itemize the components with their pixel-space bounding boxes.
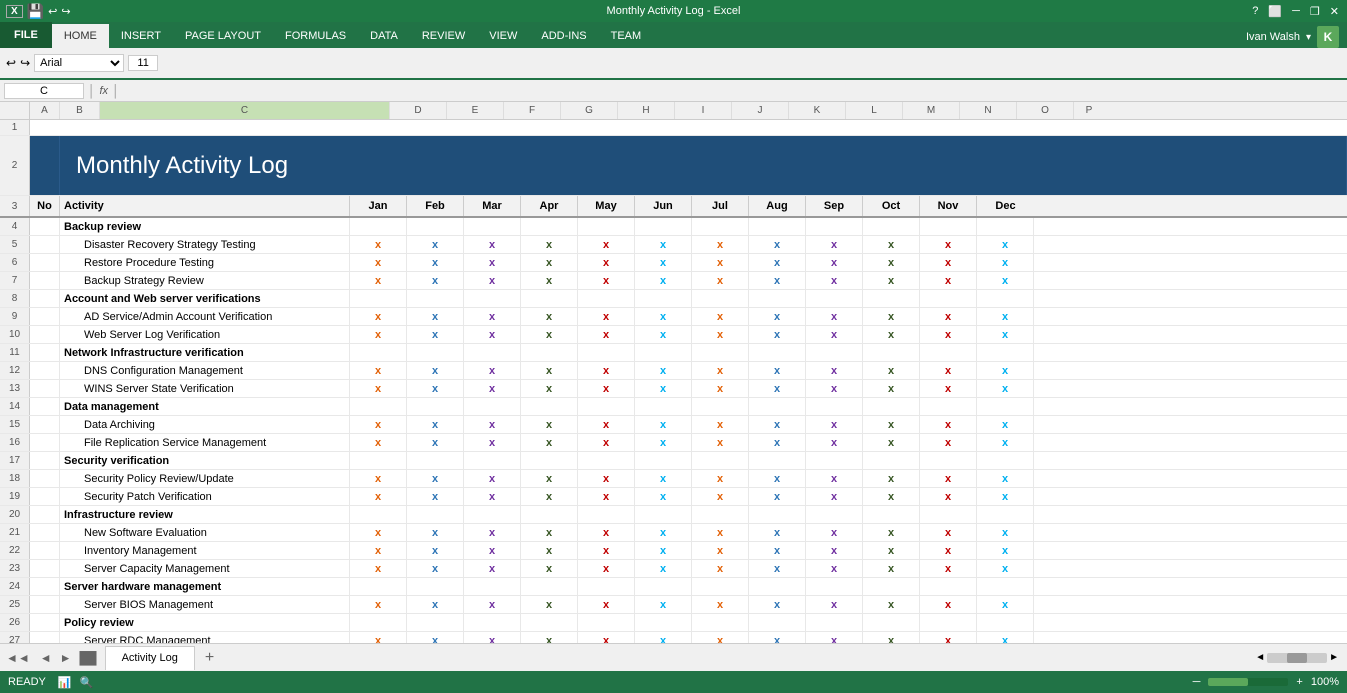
table-row: 14Data management [0,398,1347,416]
window-controls: ? ⬜ ─ ❐ ✕ [1248,5,1343,18]
col-H[interactable]: H [618,102,675,119]
row-1: 1 [0,120,1347,136]
fx-label: fx [100,85,109,97]
title-bar: X 💾 ↩ ↪ Monthly Activity Log - Excel ? ⬜… [0,0,1347,22]
col-L[interactable]: L [846,102,903,119]
file-tab[interactable]: FILE [0,22,52,48]
table-row: 24Server hardware management [0,578,1347,596]
undo-btn[interactable]: ↩ [6,56,16,70]
col-B[interactable]: B [60,102,100,119]
table-row: 25Server BIOS Managementxxxxxxxxxxxx [0,596,1347,614]
tab-addins[interactable]: ADD-INS [529,24,598,48]
table-row: 12DNS Configuration Managementxxxxxxxxxx… [0,362,1347,380]
table-row: 6Restore Procedure Testingxxxxxxxxxxxx [0,254,1347,272]
tab-team[interactable]: TEAM [599,24,654,48]
table-row: 10Web Server Log Verificationxxxxxxxxxxx… [0,326,1347,344]
scroll-right-btn[interactable]: ► [1329,652,1339,663]
status-icon2: 🔍 [80,676,94,689]
tab-formulas[interactable]: FORMULAS [273,24,358,48]
title-bar-icon: X 💾 ↩ ↪ [6,3,71,20]
sheet-tab[interactable]: Activity Log [105,646,195,670]
name-box[interactable]: C [4,83,84,99]
row-3-header: 3 No Activity Jan Feb Mar Apr May Jun Ju… [0,196,1347,218]
spreadsheet-title: Monthly Activity Log [60,136,350,195]
status-text: READY [8,676,46,688]
bottom-bar: ◄◄ ◄ ► ██ Activity Log + ◄ ► [0,643,1347,671]
formula-bar: C │ fx │ [0,80,1347,102]
font-size-input[interactable]: 11 [128,55,158,71]
scroll-track: ◄ ► [1255,652,1339,663]
tab-home[interactable]: HOME [52,24,109,48]
user-name: Ivan Walsh [1246,31,1300,43]
table-row: 4Backup review [0,218,1347,236]
table-row: 19Security Patch Verificationxxxxxxxxxxx… [0,488,1347,506]
col-P[interactable]: P [1074,102,1104,119]
nav-next[interactable]: ► [56,651,76,665]
col-G[interactable]: G [561,102,618,119]
sheet-scroll[interactable]: 1 2 Monthly Activity Log 3 No Activity J… [0,120,1347,643]
help-icon[interactable]: ? [1248,5,1262,18]
close-icon[interactable]: ✕ [1326,5,1343,18]
col-N[interactable]: N [960,102,1017,119]
ribbon-tabs: FILE HOME INSERT PAGE LAYOUT FORMULAS DA… [0,22,1347,48]
col-E[interactable]: E [447,102,504,119]
col-O[interactable]: O [1017,102,1074,119]
row-2-title: 2 Monthly Activity Log [0,136,1347,196]
table-row: 5Disaster Recovery Strategy Testingxxxxx… [0,236,1347,254]
nav-prev[interactable]: ◄ [36,651,56,665]
table-row: 17Security verification [0,452,1347,470]
formula-separator: │ [88,84,96,98]
table-row: 15Data Archivingxxxxxxxxxxxx [0,416,1347,434]
col-J[interactable]: J [732,102,789,119]
tab-insert[interactable]: INSERT [109,24,173,48]
user-info: Ivan Walsh ▾ K [1246,26,1347,48]
table-row: 26Policy review [0,614,1347,632]
redo-btn[interactable]: ↪ [20,56,30,70]
table-row: 9AD Service/Admin Account Verificationxx… [0,308,1347,326]
table-row: 11Network Infrastructure verification [0,344,1347,362]
tab-page-layout[interactable]: PAGE LAYOUT [173,24,273,48]
restore-icon[interactable]: ❐ [1306,5,1324,18]
col-M[interactable]: M [903,102,960,119]
table-row: 20Infrastructure review [0,506,1347,524]
window-title: Monthly Activity Log - Excel [607,5,741,17]
col-K[interactable]: K [789,102,846,119]
tab-review[interactable]: REVIEW [410,24,477,48]
font-selector[interactable]: Arial [34,54,124,72]
table-row: 21New Software Evaluationxxxxxxxxxxxx [0,524,1347,542]
add-sheet-btn[interactable]: + [195,647,224,669]
col-F[interactable]: F [504,102,561,119]
table-row: 13WINS Server State Verificationxxxxxxxx… [0,380,1347,398]
user-avatar: K [1317,26,1339,48]
nav-left[interactable]: ◄◄ [0,651,36,665]
col-D[interactable]: D [390,102,447,119]
zoom-level: 100% [1311,676,1339,688]
user-dropdown-icon[interactable]: ▾ [1306,32,1311,43]
col-C[interactable]: C [100,102,390,119]
tab-data[interactable]: DATA [358,24,410,48]
nav-right[interactable]: ██ [76,651,101,665]
formula-separator2: │ [112,84,120,98]
zoom-out-btn[interactable]: ─ [1193,676,1201,688]
ribbon-content: ↩ ↪ Arial 11 [0,48,1347,80]
minimize-icon[interactable]: ─ [1288,5,1304,18]
scroll-left-btn[interactable]: ◄ [1255,652,1265,663]
table-row: 7Backup Strategy Reviewxxxxxxxxxxxx [0,272,1347,290]
status-icon: 📊 [58,676,72,689]
table-row: 16File Replication Service Managementxxx… [0,434,1347,452]
tab-view[interactable]: VIEW [477,24,529,48]
ribbon-toggle-icon[interactable]: ⬜ [1264,5,1286,18]
status-bar: READY 📊 🔍 ─ + 100% [0,671,1347,693]
table-row: 18Security Policy Review/Updatexxxxxxxxx… [0,470,1347,488]
col-headers: A B C D E F G H I J K L M N O P [0,102,1347,120]
table-row: 27Server RDC Managementxxxxxxxxxxxx [0,632,1347,643]
table-row: 8Account and Web server verifications [0,290,1347,308]
table-row: 23Server Capacity Managementxxxxxxxxxxxx [0,560,1347,578]
col-A[interactable]: A [30,102,60,119]
table-row: 22Inventory Managementxxxxxxxxxxxx [0,542,1347,560]
zoom-in-btn[interactable]: + [1296,676,1302,688]
corner-cell [0,102,30,119]
col-I[interactable]: I [675,102,732,119]
